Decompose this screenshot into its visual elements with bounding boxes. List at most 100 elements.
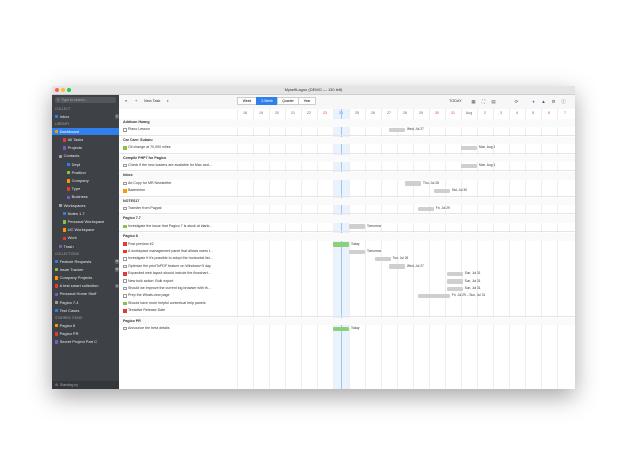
sidebar-item-label: Trash <box>63 243 74 249</box>
sync-icon[interactable]: ⟳ <box>514 99 519 104</box>
chevron-down-icon[interactable]: ▾ <box>167 98 169 105</box>
timeline-bar[interactable] <box>389 127 405 133</box>
folder-icon <box>67 171 71 175</box>
segment-week[interactable]: Week <box>237 97 257 105</box>
folder-icon <box>67 162 71 167</box>
task-row[interactable]: Oil change at 70,000 miles Mon, Aug 1 <box>119 144 575 152</box>
timeline-bar[interactable] <box>446 271 463 277</box>
task-checkbox[interactable] <box>123 206 127 211</box>
task-row[interactable]: Transfer from Paypal Fri, Jul 29 <box>119 205 575 213</box>
timeline-bar[interactable] <box>417 206 434 212</box>
group-divider <box>119 134 575 136</box>
timeline-bar[interactable] <box>461 145 477 151</box>
task-checkbox[interactable] <box>123 145 127 150</box>
sidebar-item-secret-project-part-c[interactable]: Secret Project Part C <box>52 338 122 346</box>
today-button[interactable]: TODAY <box>449 98 462 105</box>
task-row[interactable]: Investigate the issue that Pagico 7 is s… <box>119 223 575 231</box>
task-checkbox[interactable] <box>123 271 127 276</box>
task-row[interactable]: Announce the beta details Today <box>119 325 575 333</box>
timeline-bar[interactable] <box>333 242 349 247</box>
task-checkbox[interactable] <box>123 181 127 186</box>
share-icon[interactable]: ▲ <box>541 99 546 104</box>
sidebar-item-label: A test smart collection <box>59 283 99 289</box>
task-checkbox[interactable] <box>123 326 127 331</box>
sidebar-item-pagico-8[interactable]: Pagico 8 <box>52 322 122 330</box>
sidebar-item-label: Personal Workspace <box>67 219 105 224</box>
day-header: 25 <box>355 111 359 115</box>
sidebar-toggle-icon[interactable]: ≡ <box>125 98 127 105</box>
task-checkbox[interactable] <box>123 286 127 291</box>
sidebar-item-inbox[interactable]: Inbox 2 <box>52 113 122 121</box>
day-header: 23 <box>323 111 327 115</box>
notification-bell-icon[interactable]: ♦ <box>531 99 536 104</box>
sidebar-item-a-test-smart-collection[interactable]: A test smart collection 3 <box>52 282 122 290</box>
task-checkbox[interactable] <box>123 242 127 246</box>
timeline-bar[interactable] <box>349 249 365 255</box>
sidebar-item-issue-tracker[interactable]: Issue Tracker 39 <box>52 266 122 274</box>
segment-year[interactable]: Year <box>298 97 316 105</box>
gear-icon[interactable]: ⚙ <box>52 383 60 387</box>
sidebar-item-label: Type <box>71 186 81 192</box>
segment-quarter[interactable]: Quarter <box>277 97 299 105</box>
sidebar-item-label: Dashboard <box>59 128 80 134</box>
task-row[interactable]: Piano Lesson Wed, Jul 27 <box>119 126 575 134</box>
timeline-bar[interactable] <box>417 293 450 299</box>
info-icon[interactable]: ⓘ <box>561 99 566 104</box>
task-checkbox[interactable] <box>123 128 127 132</box>
folder-icon <box>55 284 59 288</box>
sidebar-item-dashboard[interactable]: Dashboard <box>52 127 122 136</box>
task-row[interactable]: Tentative Release Date <box>119 307 575 315</box>
sidebar-item-test-cases[interactable]: Test Cases <box>52 307 122 315</box>
task-checkbox[interactable] <box>123 163 127 168</box>
group-divider <box>119 195 575 197</box>
sidebar-item-contacts[interactable]: Contacts <box>52 152 126 160</box>
day-header: 20 <box>275 111 279 115</box>
sidebar-item-trash[interactable]: Trash <box>52 243 126 251</box>
task-checkbox[interactable] <box>123 279 127 283</box>
task-title: Investigate the issue that Pagico 7 is s… <box>128 223 213 228</box>
settings-icon[interactable]: ⚙ <box>551 99 556 104</box>
task-checkbox[interactable] <box>123 188 127 193</box>
task-checkbox[interactable] <box>123 308 127 313</box>
task-row[interactable]: Check if the new loaders are available f… <box>119 162 575 170</box>
segment-2-week[interactable]: 2-Week <box>256 97 278 105</box>
task-row[interactable]: Badminton Sat, Jul 30 <box>119 187 575 195</box>
folder-icon <box>55 259 59 264</box>
timeline-bar[interactable] <box>446 286 463 292</box>
timeline-bar[interactable] <box>461 163 477 169</box>
timeline-bar[interactable] <box>446 279 463 284</box>
sidebar-search-input[interactable]: ⚲ Type to search... <box>55 97 116 103</box>
day-header: 29 <box>419 111 423 115</box>
timeline-bar[interactable] <box>374 256 391 262</box>
new-task-button[interactable]: New Task <box>144 98 160 105</box>
folder-icon <box>63 138 67 142</box>
task-title: Piano Lesson <box>128 127 150 132</box>
sidebar-item-pagico-7-4[interactable]: Pagico 7.4 <box>52 299 122 307</box>
group-divider <box>119 315 575 317</box>
sidebar-item-label: Projects <box>67 145 83 151</box>
timeline-bar[interactable] <box>349 224 365 229</box>
sidebar-item-personal-home-stuff[interactable]: Personal Home Stuff <box>52 290 122 298</box>
timeline-bar[interactable] <box>389 264 405 269</box>
sidebar-item-workspaces[interactable]: Workspaces <box>52 202 126 210</box>
task-checkbox[interactable] <box>123 257 127 261</box>
timeline-bar[interactable] <box>405 181 421 186</box>
timeline-bar[interactable] <box>433 188 450 194</box>
sidebar-item-label: Personal Home Stuff <box>59 291 97 297</box>
task-checkbox[interactable] <box>123 264 127 269</box>
calendar-icon[interactable]: ▦ <box>471 99 476 104</box>
task-checkbox[interactable] <box>123 249 127 254</box>
task-checkbox[interactable] <box>123 224 127 229</box>
task-checkbox[interactable] <box>123 301 127 306</box>
layout-icon[interactable]: ▤ <box>491 99 496 104</box>
group-divider <box>119 170 575 172</box>
sidebar-item-pagico-pr[interactable]: Pagico PR <box>52 330 122 338</box>
folder-icon <box>55 300 59 305</box>
folder-icon <box>59 244 63 249</box>
add-icon[interactable]: + <box>135 98 137 105</box>
fullscreen-icon[interactable]: ⛶ <box>481 99 486 104</box>
task-checkbox[interactable] <box>123 294 127 298</box>
sidebar-item-company-projects[interactable]: Company Projects <box>52 274 122 282</box>
timeline-bar[interactable] <box>333 326 349 332</box>
sidebar-item-feature-requests[interactable]: Feature Requests 78 <box>52 258 122 266</box>
